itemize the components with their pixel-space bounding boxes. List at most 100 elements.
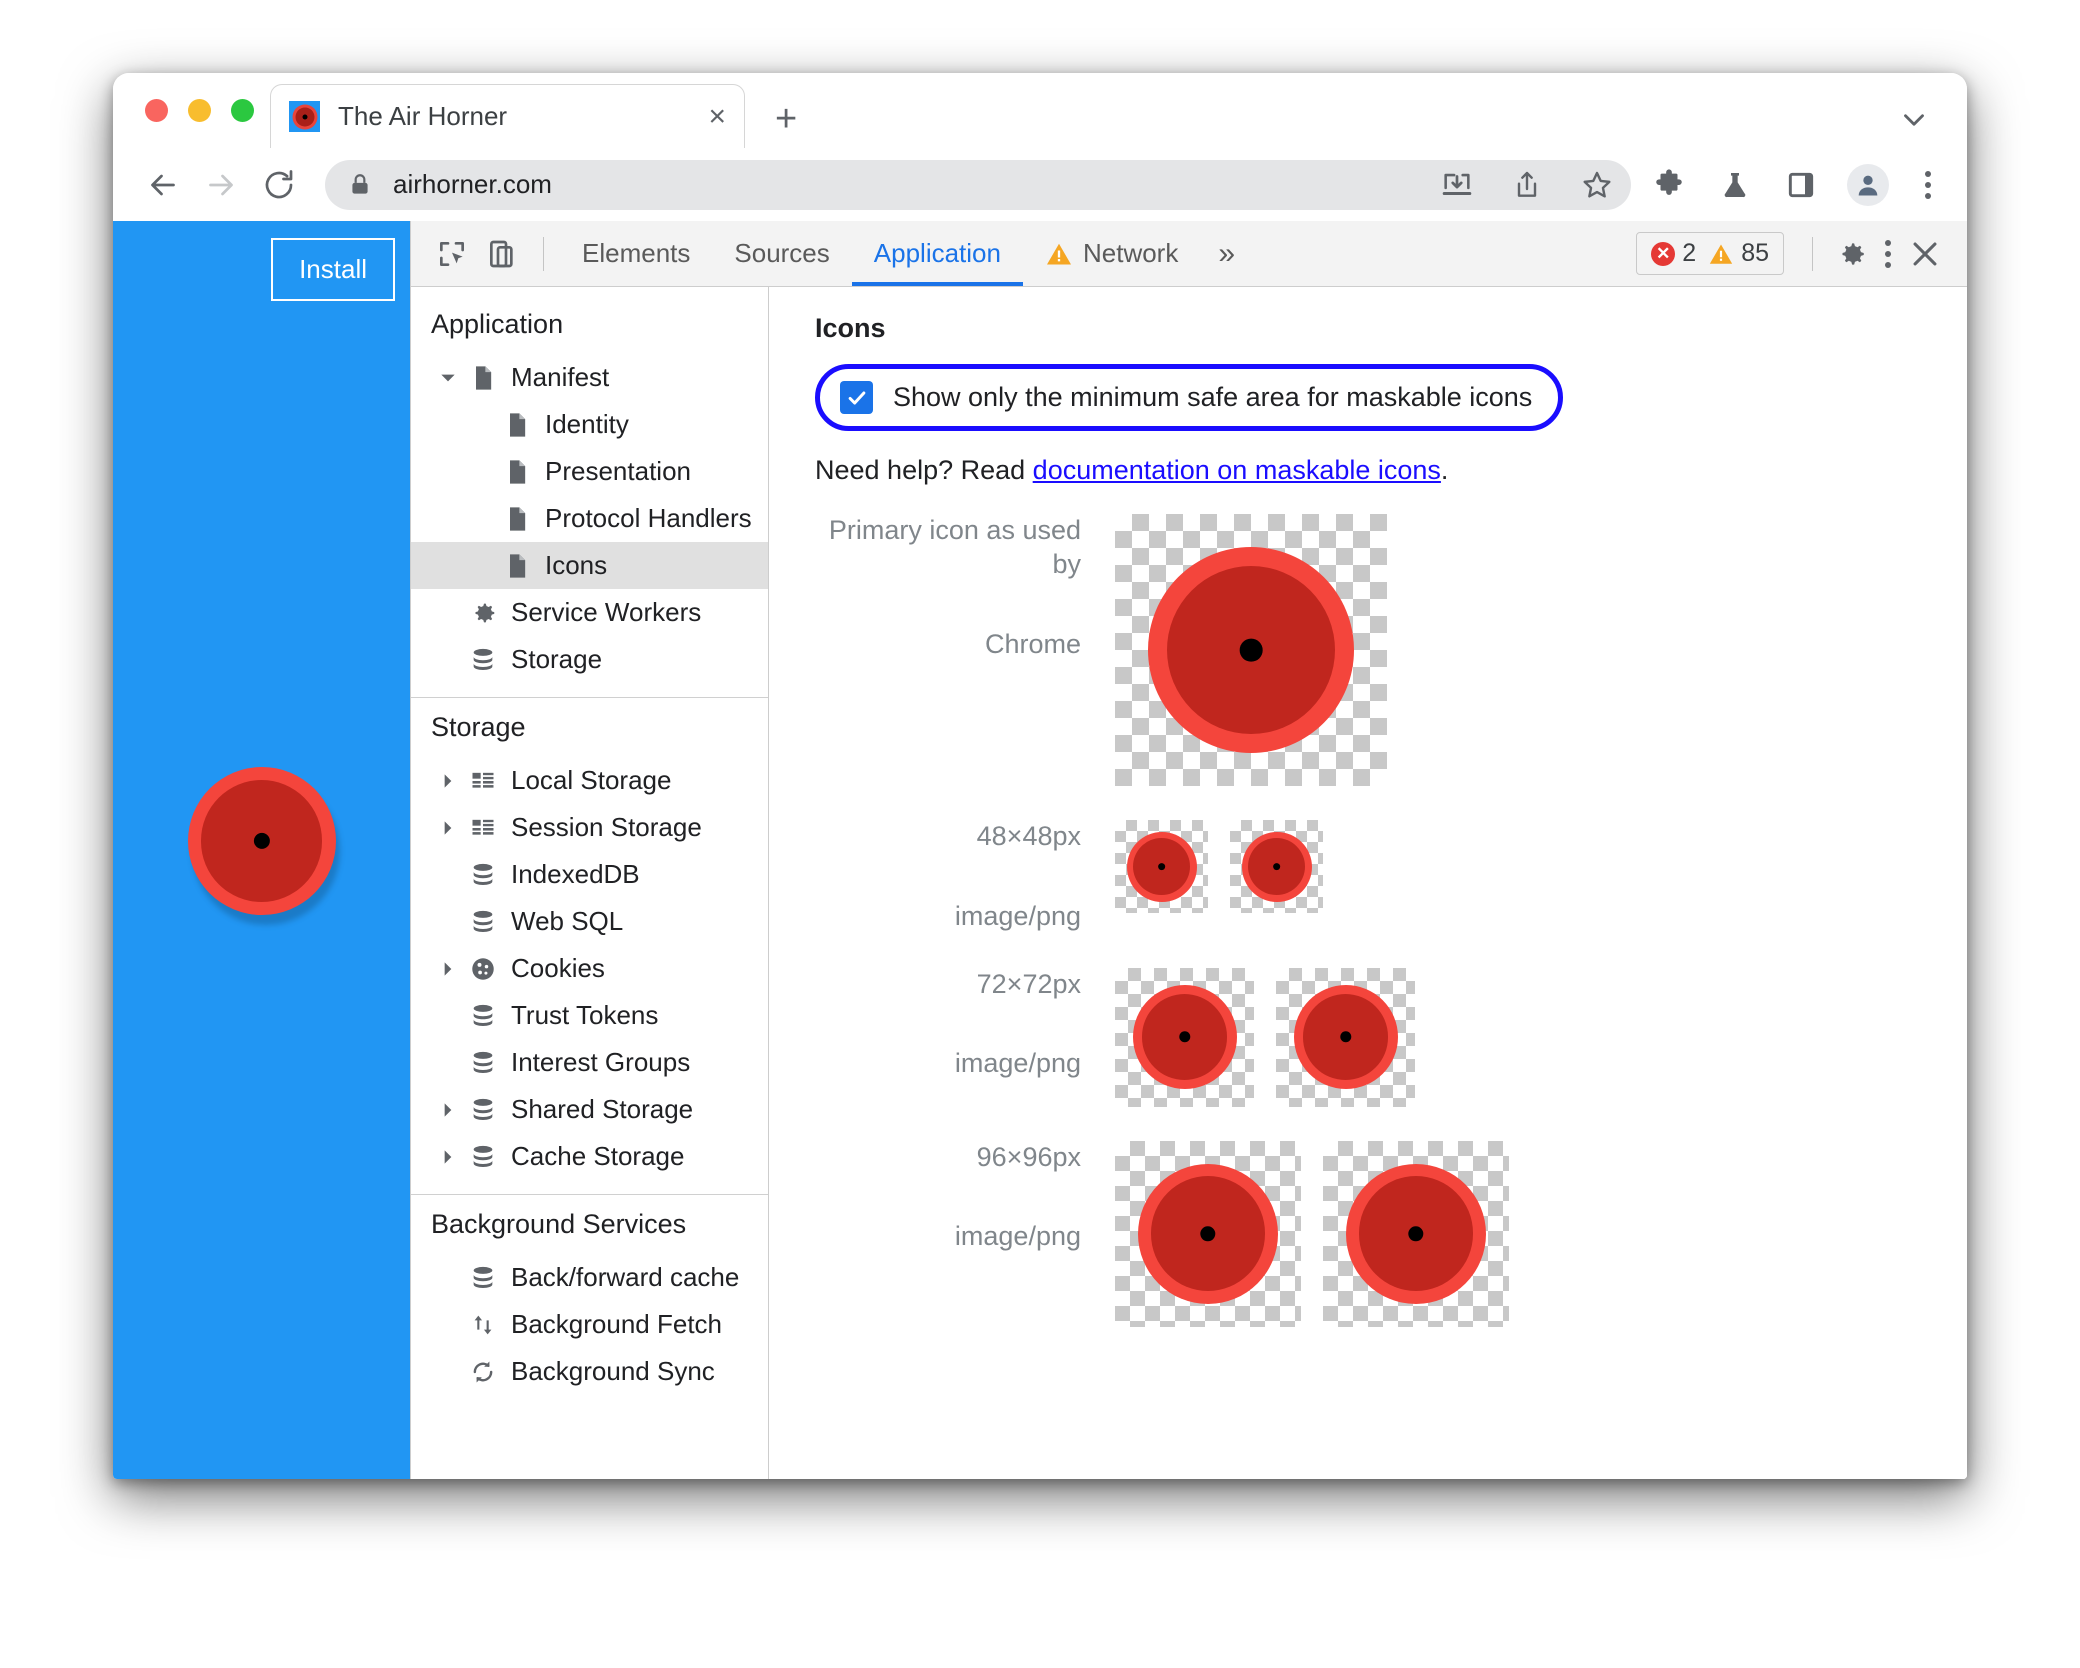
minimize-window-button[interactable] — [188, 99, 211, 122]
devtools-toolbar: Elements Sources Application Network » ✕… — [411, 221, 1967, 287]
share-icon[interactable] — [1507, 165, 1547, 205]
new-tab-button[interactable]: + — [775, 100, 797, 138]
twisty-down-icon[interactable] — [431, 368, 465, 388]
twisty-right-icon[interactable] — [431, 959, 465, 979]
issues-counter[interactable]: ✕ 2 85 — [1636, 232, 1784, 275]
sync-icon — [465, 1358, 501, 1386]
flask-icon[interactable] — [1715, 165, 1755, 205]
device-toolbar-icon[interactable] — [477, 229, 527, 279]
sidebar-item-shared-storage[interactable]: Shared Storage — [411, 1086, 768, 1133]
sidebar-item-label: Trust Tokens — [511, 1000, 659, 1030]
address-bar[interactable]: airhorner.com — [325, 159, 1631, 210]
tab-network[interactable]: Network — [1023, 221, 1200, 286]
warning-count: 85 — [1741, 239, 1769, 267]
sidebar-item-cache-storage[interactable]: Cache Storage — [411, 1133, 768, 1180]
sidebar-item-local-storage[interactable]: Local Storage — [411, 757, 768, 804]
cookie-icon — [465, 955, 501, 983]
bookmark-star-icon[interactable] — [1577, 165, 1617, 205]
icon-entry-label-line2: image/png — [954, 1221, 1081, 1252]
icon-preview-tile[interactable] — [1115, 967, 1254, 1107]
sidebar-item-trust-tokens[interactable]: Trust Tokens — [411, 992, 768, 1039]
maskable-icons-checkbox[interactable] — [840, 381, 873, 414]
profile-avatar-icon[interactable] — [1847, 163, 1889, 206]
maskable-icons-checkbox-label: Show only the minimum safe area for mask… — [893, 382, 1533, 412]
extensions-puzzle-icon[interactable] — [1649, 165, 1689, 205]
icon-preview-tile[interactable] — [1115, 820, 1208, 913]
more-tabs-button[interactable]: » — [1200, 237, 1253, 271]
three-dot-menu-icon[interactable] — [1915, 170, 1941, 199]
warning-triangle-icon — [1708, 241, 1734, 267]
sidebar-item-back-forward-cache[interactable]: Back/forward cache — [411, 1254, 768, 1301]
air-horner-app-icon[interactable] — [187, 767, 340, 925]
maskable-icons-documentation-link[interactable]: documentation on maskable icons — [1033, 455, 1441, 485]
twisty-right-icon[interactable] — [431, 1147, 465, 1167]
twisty-right-icon[interactable] — [431, 1100, 465, 1120]
sidebar-item-presentation[interactable]: Presentation — [411, 448, 768, 495]
close-window-button[interactable] — [145, 99, 168, 122]
icon-entry-labels: 96×96px image/png — [815, 1141, 1115, 1255]
forward-arrow-icon — [197, 161, 245, 209]
sidebar-item-protocol-handlers[interactable]: Protocol Handlers — [411, 495, 768, 542]
sidebar-item-label: Shared Storage — [511, 1094, 694, 1124]
tab-label: Network — [1082, 238, 1179, 268]
chevron-down-icon[interactable] — [1897, 103, 1931, 137]
document-icon — [499, 505, 535, 533]
icon-entry-96: 96×96px image/png — [815, 1140, 1967, 1327]
icon-entry-72: 72×72px image/png — [815, 967, 1967, 1107]
sidebar-item-session-storage[interactable]: Session Storage — [411, 804, 768, 851]
sidebar-item-label: Background Sync — [511, 1356, 715, 1386]
sidebar-item-label: Manifest — [511, 362, 610, 392]
database-icon — [465, 1096, 501, 1124]
sidebar-item-storage[interactable]: Storage — [411, 636, 768, 683]
sidebar-item-indexeddb[interactable]: IndexedDB — [411, 851, 768, 898]
sidebar-item-background-sync[interactable]: Background Sync — [411, 1348, 768, 1395]
icon-preview-tile[interactable] — [1115, 514, 1387, 786]
close-icon[interactable] — [1901, 230, 1949, 278]
back-arrow-icon[interactable] — [139, 161, 187, 209]
icon-entry-label-line2: image/png — [954, 1048, 1081, 1079]
browser-tab[interactable]: The Air Horner × — [270, 84, 745, 148]
maskable-icons-option[interactable]: Show only the minimum safe area for mask… — [815, 364, 1564, 431]
page-viewport: Install — [113, 221, 410, 1479]
side-panel-icon[interactable] — [1781, 165, 1821, 205]
icon-preview-tile[interactable] — [1115, 1140, 1301, 1327]
tab-label: Sources — [734, 238, 830, 268]
install-app-icon[interactable] — [1437, 165, 1477, 205]
address-bar-url: airhorner.com — [393, 169, 552, 199]
air-horner-favicon — [289, 101, 320, 132]
sidebar-item-manifest[interactable]: Manifest — [411, 354, 768, 401]
sidebar-item-label: Icons — [545, 550, 608, 580]
database-icon — [465, 861, 501, 889]
sidebar-item-interest-groups[interactable]: Interest Groups — [411, 1039, 768, 1086]
tab-elements[interactable]: Elements — [560, 221, 712, 286]
toolbar-divider — [543, 236, 544, 271]
sidebar-item-web-sql[interactable]: Web SQL — [411, 898, 768, 945]
error-count: 2 — [1682, 239, 1697, 267]
lock-icon[interactable] — [347, 172, 373, 198]
sidebar-item-cookies[interactable]: Cookies — [411, 945, 768, 992]
reload-icon[interactable] — [255, 161, 303, 209]
icon-preview-tile[interactable] — [1323, 1140, 1509, 1327]
gear-icon[interactable] — [1827, 230, 1875, 278]
content-area: Install Elements Sources Application Net… — [113, 221, 1967, 1479]
close-tab-button[interactable]: × — [708, 101, 726, 132]
tab-application[interactable]: Application — [851, 221, 1024, 286]
twisty-right-icon[interactable] — [431, 771, 465, 791]
tab-sources[interactable]: Sources — [712, 221, 851, 286]
sidebar-item-identity[interactable]: Identity — [411, 401, 768, 448]
sidebar-item-background-fetch[interactable]: Background Fetch — [411, 1301, 768, 1348]
three-dot-menu-icon[interactable] — [1875, 239, 1901, 268]
twisty-right-icon[interactable] — [431, 818, 465, 838]
sidebar-item-label: Identity — [545, 409, 629, 439]
sidebar-item-service-workers[interactable]: Service Workers — [411, 589, 768, 636]
section-title: Application — [431, 309, 564, 339]
inspect-element-icon[interactable] — [427, 229, 477, 279]
install-button[interactable]: Install — [271, 238, 395, 301]
help-prefix: Need help? Read — [815, 455, 1033, 485]
icon-entry-label-line2: image/png — [954, 900, 1081, 931]
icon-preview-tile[interactable] — [1276, 967, 1415, 1107]
database-icon — [465, 1143, 501, 1171]
icon-preview-tile[interactable] — [1230, 820, 1323, 913]
sidebar-item-icons[interactable]: Icons — [411, 542, 768, 589]
maximize-window-button[interactable] — [231, 99, 254, 122]
